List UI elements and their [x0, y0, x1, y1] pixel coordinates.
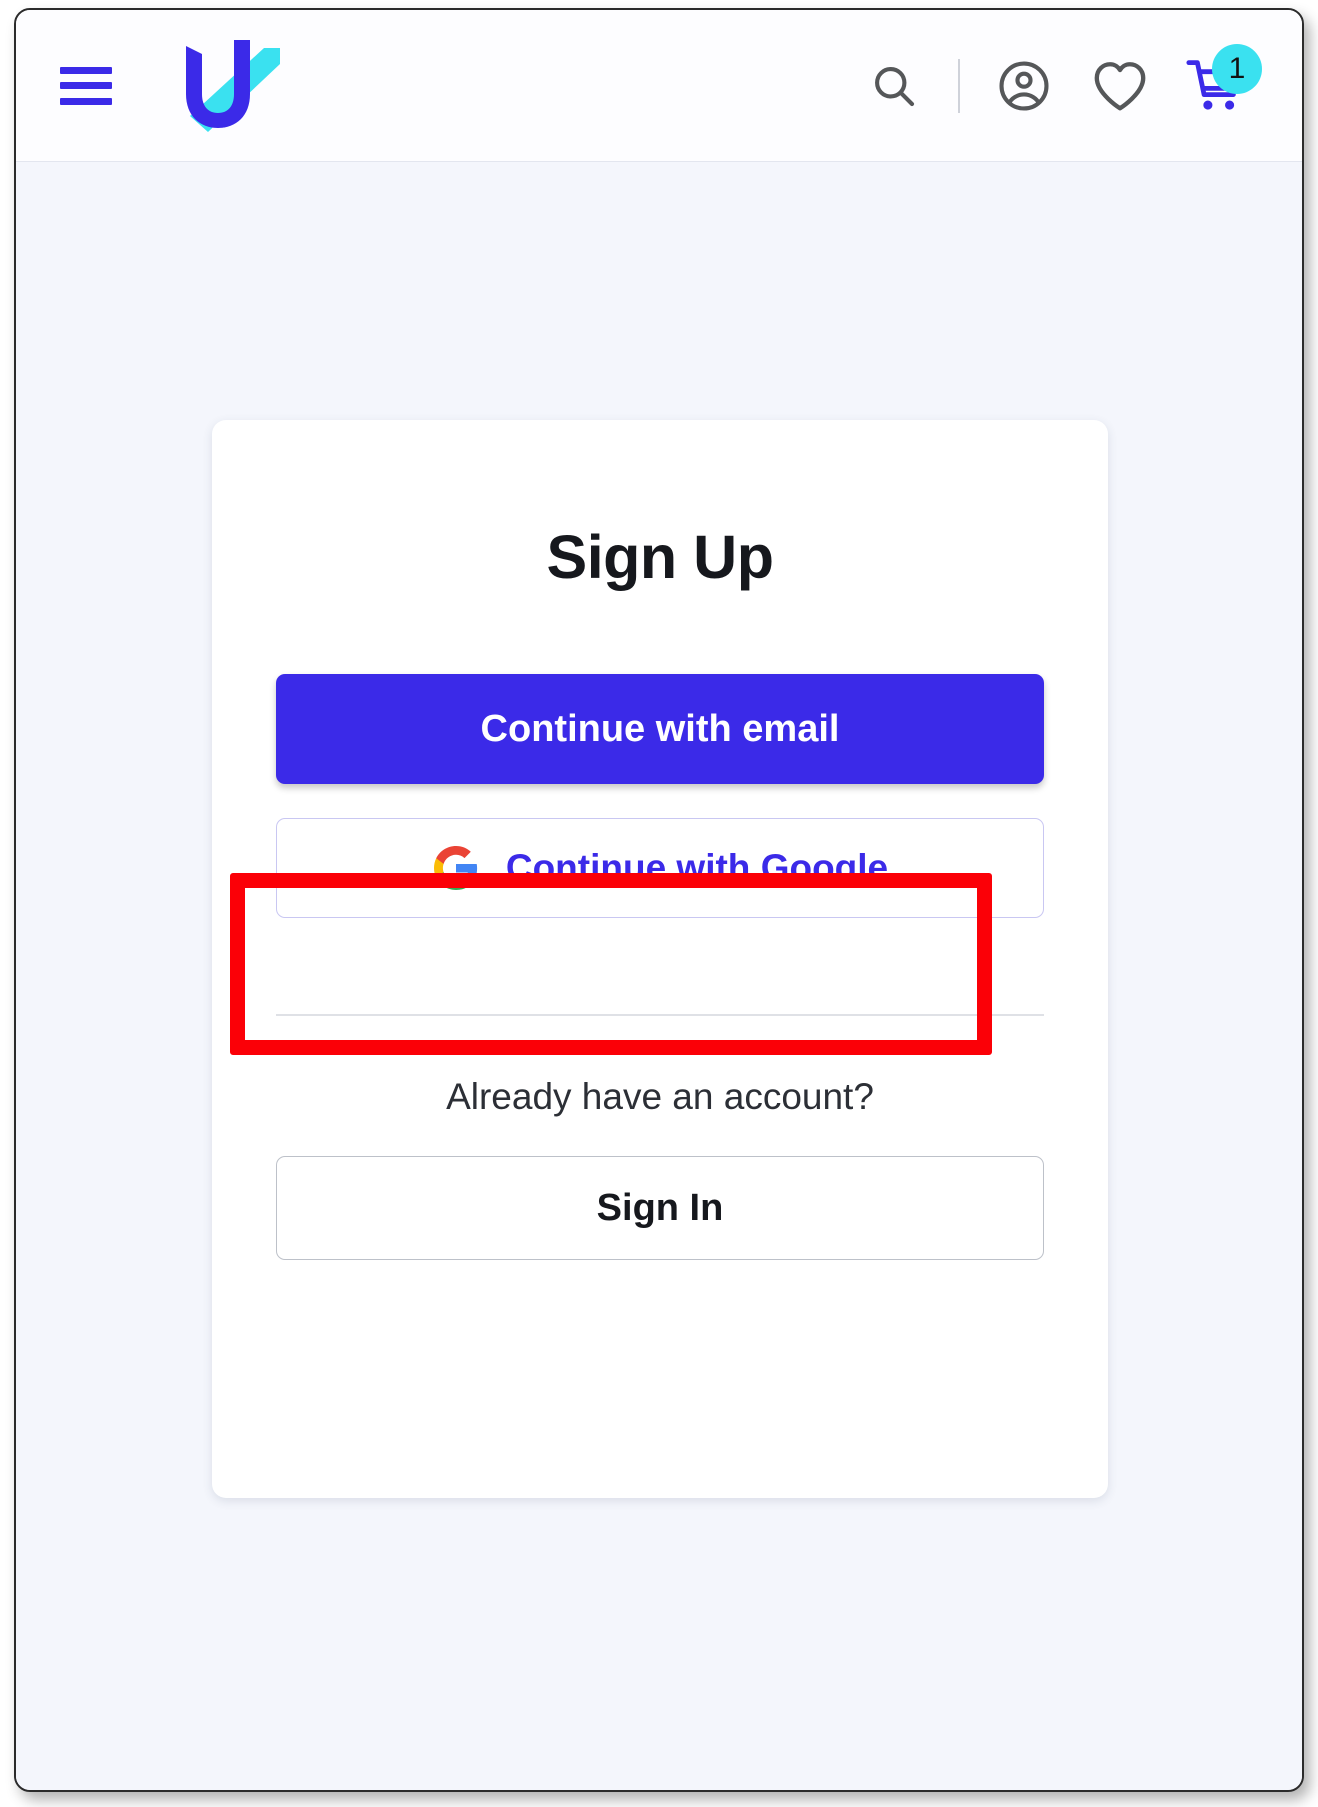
- user-circle-icon: [999, 61, 1049, 111]
- wishlist-button[interactable]: [1072, 38, 1168, 134]
- hamburger-bar: [60, 82, 112, 89]
- sign-in-button[interactable]: Sign In: [276, 1156, 1044, 1260]
- account-button[interactable]: [976, 38, 1072, 134]
- header-left-group: [16, 38, 280, 134]
- signup-card: Sign Up Continue with email Continue wit…: [212, 420, 1108, 1498]
- brand-logo[interactable]: [152, 38, 280, 134]
- card-body: Continue with email Continue with Google…: [212, 674, 1108, 1260]
- continue-with-google-label: Continue with Google: [505, 847, 889, 888]
- page-content: Sign Up Continue with email Continue wit…: [16, 162, 1302, 1790]
- heart-icon: [1094, 62, 1146, 111]
- header-actions-group: 1: [846, 10, 1264, 162]
- hamburger-bar: [60, 66, 112, 74]
- hamburger-bar: [60, 97, 112, 105]
- app-window: 1 Sign Up Continue with email Continue w…: [14, 8, 1304, 1792]
- cart-button[interactable]: 1: [1168, 38, 1264, 134]
- continue-with-google-button[interactable]: Continue with Google: [276, 818, 1044, 918]
- hamburger-menu-icon[interactable]: [60, 66, 112, 105]
- app-header: 1: [16, 10, 1302, 162]
- already-have-account-text: Already have an account?: [446, 1076, 874, 1117]
- header-divider: [958, 59, 960, 113]
- brand-logo-icon: [186, 39, 280, 132]
- continue-with-email-button[interactable]: Continue with email: [276, 674, 1044, 784]
- search-icon: [875, 67, 915, 107]
- continue-with-email-wrapper: Continue with email: [276, 674, 1044, 784]
- section-divider: [276, 1014, 1044, 1016]
- google-g-icon: [433, 846, 477, 890]
- search-button[interactable]: [846, 38, 942, 134]
- page-title: Sign Up: [546, 523, 774, 591]
- cart-badge-count: 1: [1212, 44, 1262, 94]
